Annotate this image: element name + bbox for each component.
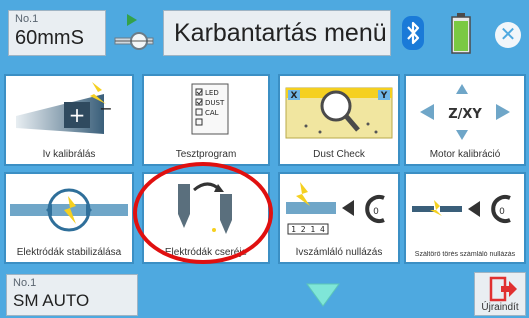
tile-electrode-replace[interactable]: Elektródák cseréje: [142, 172, 270, 264]
checklist-cal: CAL: [205, 109, 219, 117]
mode-number: No.1: [13, 277, 37, 289]
tile-label: Száltörő törés számláló nullázás: [414, 251, 516, 258]
tile-label: Ívszámláló nullázás: [295, 247, 383, 258]
tile-label: Elektródák cseréje: [164, 247, 248, 258]
arc-counter-reset-icon: 1 2 1 4 0: [286, 182, 385, 235]
electrode-stabilize-icon: [10, 188, 128, 232]
cleaver-reset-zero: 0: [499, 207, 505, 217]
page-title-box: Karbantartás menü: [163, 10, 391, 56]
tile-label: Tesztprogram: [175, 149, 237, 160]
tile-cleaver-counter-reset[interactable]: 0 Száltörő törés számláló nullázás: [404, 172, 526, 264]
splice-program-icon[interactable]: [113, 12, 155, 58]
arc-reset-zero: 0: [373, 207, 379, 217]
arc-counter-value: 1 2 1 4: [291, 225, 325, 234]
restart-button[interactable]: Újraindít: [474, 272, 526, 316]
restart-label: Újraindít: [481, 302, 519, 313]
tile-electrode-stabilize[interactable]: Elektródák stabilizálása: [4, 172, 134, 264]
svg-text:+: +: [69, 103, 86, 127]
motor-axis-label: Z/XY: [448, 107, 482, 122]
dust-y-label: Y: [380, 91, 388, 101]
program-name: 60mmS: [15, 27, 84, 49]
battery-icon: [450, 12, 472, 54]
tile-label: Dust Check: [313, 149, 365, 160]
tile-label: Motor kalibráció: [429, 149, 501, 160]
page-title: Karbantartás menü: [174, 19, 387, 47]
arc-calibration-icon: + −: [16, 82, 113, 134]
svg-text:−: −: [99, 99, 112, 118]
tile-dust-check[interactable]: X Y Dust Check: [278, 74, 400, 166]
electrode-replace-icon: [178, 182, 232, 234]
tile-test-program[interactable]: LED DUST CAL Tesztprogram: [142, 74, 270, 166]
maintenance-menu-screen: No.1 60mmS Karbantartás menü ✕ + − Ív ka…: [0, 0, 529, 318]
motor-calibration-icon: Z/XY: [420, 84, 510, 140]
top-bar: No.1 60mmS Karbantartás menü ✕: [0, 0, 529, 72]
mode-name: SM AUTO: [13, 291, 90, 310]
test-program-icon: LED DUST CAL: [191, 83, 229, 135]
splice-mode-box[interactable]: No.1 SM AUTO: [6, 274, 138, 316]
checklist-led: LED: [205, 89, 219, 97]
tile-arc-calibration[interactable]: + − Ív kalibrálás: [4, 74, 134, 166]
tile-motor-calibration[interactable]: Z/XY Motor kalibráció: [404, 74, 526, 166]
dust-check-icon: X Y: [285, 87, 393, 139]
restart-icon: [489, 276, 517, 302]
splice-program-box[interactable]: No.1 60mmS: [8, 10, 106, 56]
tile-arc-counter-reset[interactable]: 1 2 1 4 0 Ívszámláló nullázás: [278, 172, 400, 264]
cleaver-counter-reset-icon: 0: [412, 195, 511, 223]
chevron-down-icon[interactable]: [305, 282, 341, 308]
program-number: No.1: [15, 13, 39, 25]
bluetooth-icon[interactable]: [402, 16, 424, 50]
checklist-dust: DUST: [205, 99, 225, 107]
tile-label: Ív kalibrálás: [42, 149, 96, 160]
tile-label: Elektródák stabilizálása: [16, 247, 122, 258]
maintenance-grid: + − Ív kalibrálás LED DUST CAL Tesztprog…: [0, 72, 529, 268]
dust-x-label: X: [291, 91, 298, 101]
close-icon[interactable]: ✕: [495, 22, 521, 48]
bottom-bar: No.1 SM AUTO Újraindít: [0, 268, 529, 318]
